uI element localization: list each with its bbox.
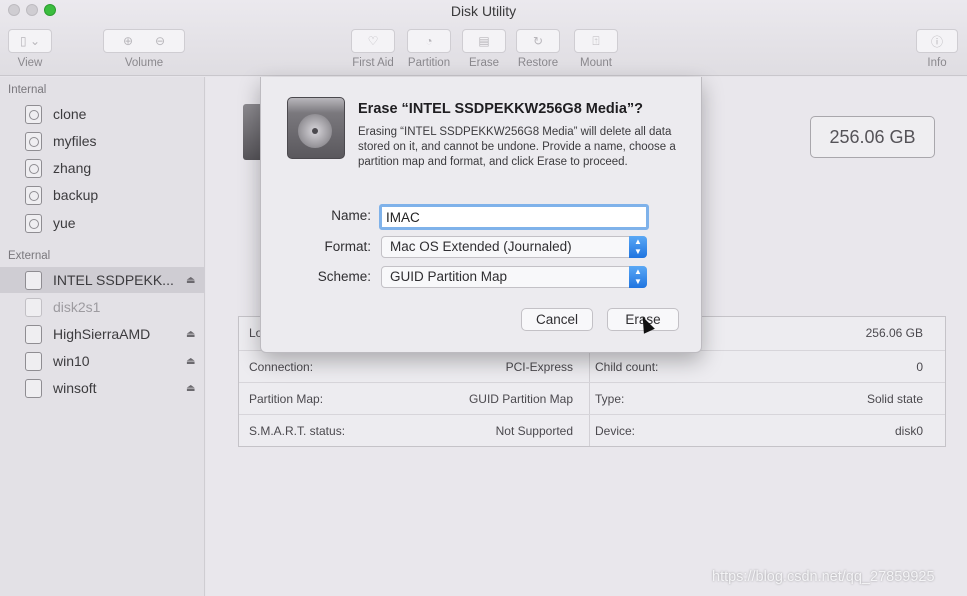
info-key: Partition Map: [249, 392, 324, 406]
scheme-selected-value: GUID Partition Map [390, 269, 508, 284]
info-key: Device: [595, 424, 636, 438]
mount-label: Mount [580, 57, 612, 69]
scheme-label: Scheme: [317, 269, 371, 284]
first-aid-label: First Aid [352, 57, 394, 69]
info-value: 256.06 GB [865, 326, 923, 340]
internal-disk-icon [25, 158, 42, 178]
info-value: PCI-Express [505, 360, 573, 374]
eject-icon[interactable]: ⏏ [186, 275, 195, 286]
name-label: Name: [331, 208, 371, 223]
sidebar-header-internal: Internal [8, 84, 47, 96]
info-button[interactable]: ⓘ [916, 29, 958, 53]
restore-label: Restore [517, 57, 559, 69]
info-value: 0 [916, 360, 923, 374]
format-label: Format: [324, 239, 371, 254]
scheme-select[interactable]: GUID Partition Map ▲ ▼ [381, 266, 647, 288]
dialog-message: Erasing “INTEL SSDPEKKW256G8 Media” will… [358, 126, 676, 168]
volume-button-group[interactable]: ⊕ ⊖ [103, 29, 185, 53]
mount-button[interactable]: ⍐ [574, 29, 618, 53]
sidebar-item-label: INTEL SSDPEKK... [53, 272, 174, 288]
format-selected-value: Mac OS Extended (Journaled) [390, 239, 572, 254]
info-value: GUID Partition Map [468, 392, 573, 406]
info-row-partition-map: Partition Map: GUID Partition Map Type: … [239, 382, 945, 414]
erase-icon: ▤ [478, 34, 490, 48]
sidebar-item-label: win10 [53, 353, 90, 369]
sidebar-item-label: winsoft [53, 380, 97, 396]
sidebar-item-winsoft[interactable]: winsoft ⏏ [0, 375, 205, 401]
internal-disk-icon [25, 213, 42, 233]
format-select[interactable]: Mac OS Extended (Journaled) ▲ ▼ [381, 236, 647, 258]
sidebar: Internal clone myfiles zhang backup yue … [0, 77, 205, 596]
window-title: Disk Utility [450, 3, 517, 19]
info-icon: ⓘ [930, 34, 943, 49]
add-volume-icon: ⊕ [122, 34, 133, 48]
eject-icon[interactable]: ⏏ [186, 356, 195, 367]
eject-icon[interactable]: ⏏ [186, 329, 195, 340]
dialog-title: Erase “INTEL SSDPEKKW256G8 Media”? [358, 101, 643, 117]
sidebar-toggle-icon: ▯ ⌄ [20, 34, 40, 48]
info-value: Not Supported [495, 424, 573, 438]
info-key: Child count: [595, 360, 659, 374]
sidebar-item-label: disk2s1 [53, 299, 101, 315]
view-label: View [17, 57, 43, 69]
first-aid-button[interactable]: ♡ [351, 29, 395, 53]
volume-icon [25, 324, 42, 344]
internal-disk-icon [25, 131, 42, 151]
info-row-connection: Connection: PCI-Express Child count: 0 [239, 350, 945, 382]
sidebar-item-zhang[interactable]: zhang [0, 155, 205, 181]
info-key: S.M.A.R.T. status: [249, 424, 346, 438]
sidebar-item-yue[interactable]: yue [0, 210, 205, 236]
sidebar-item-label: HighSierraAMD [53, 326, 151, 342]
partition-button[interactable]: ◔ [407, 29, 451, 53]
restore-icon: ↻ [532, 34, 544, 48]
sidebar-item-intel-ssd[interactable]: INTEL SSDPEKK... ⏏ [0, 267, 205, 293]
info-key: Type: [595, 392, 625, 406]
sidebar-header-external: External [8, 250, 51, 262]
sidebar-item-backup[interactable]: backup [0, 182, 205, 208]
info-row-smart: S.M.A.R.T. status: Not Supported Device:… [239, 414, 945, 446]
sidebar-item-myfiles[interactable]: myfiles [0, 128, 205, 154]
chevron-up-down-icon: ▲ ▼ [629, 236, 647, 258]
hard-drive-icon [287, 97, 345, 159]
sidebar-item-clone[interactable]: clone [0, 101, 205, 127]
internal-disk-icon [25, 185, 42, 205]
erase-dialog: Erase “INTEL SSDPEKKW256G8 Media”? Erasi… [260, 77, 702, 353]
disk-utility-window: Disk Utility ▯ ⌄ View ⊕ ⊖ Volume ♡ First… [0, 0, 967, 596]
sidebar-item-label: myfiles [53, 133, 97, 149]
sidebar-item-win10[interactable]: win10 ⏏ [0, 348, 205, 374]
volume-icon [25, 297, 42, 317]
name-input[interactable] [379, 204, 649, 230]
sidebar-item-highsierraamd[interactable]: HighSierraAMD ⏏ [0, 321, 205, 347]
info-value: Solid state [866, 392, 923, 406]
cancel-button[interactable]: Cancel [521, 308, 593, 331]
sidebar-item-label: backup [53, 187, 99, 203]
volume-icon [25, 378, 42, 398]
info-label: Info [927, 57, 947, 69]
partition-label: Partition [407, 57, 451, 69]
toolbar: Disk Utility ▯ ⌄ View ⊕ ⊖ Volume ♡ First… [0, 0, 967, 76]
eject-icon[interactable]: ⏏ [186, 383, 195, 394]
external-disk-icon [25, 270, 42, 290]
disk-size-badge: 256.06 GB [810, 116, 935, 158]
sidebar-item-disk2s1[interactable]: disk2s1 [0, 294, 205, 320]
stethoscope-icon: ♡ [367, 34, 379, 48]
info-value: disk0 [894, 424, 923, 438]
info-key: Connection: [249, 360, 314, 374]
internal-disk-icon [25, 104, 42, 124]
volume-label: Volume [124, 57, 164, 69]
sidebar-item-label: clone [53, 106, 87, 122]
mount-icon: ⍐ [592, 33, 600, 48]
restore-button[interactable]: ↻ [516, 29, 560, 53]
sidebar-item-label: yue [53, 215, 76, 231]
volume-icon [25, 351, 42, 371]
chevron-up-down-icon: ▲ ▼ [629, 266, 647, 288]
partition-icon: ◔ [425, 34, 433, 48]
erase-toolbar-label: Erase [468, 57, 500, 69]
erase-toolbar-button[interactable]: ▤ [462, 29, 506, 53]
watermark: https://blog.csdn.net/qq_27859925 [712, 569, 935, 585]
sidebar-item-label: zhang [53, 160, 92, 176]
view-button[interactable]: ▯ ⌄ [8, 29, 52, 53]
remove-volume-icon: ⊖ [155, 34, 166, 48]
